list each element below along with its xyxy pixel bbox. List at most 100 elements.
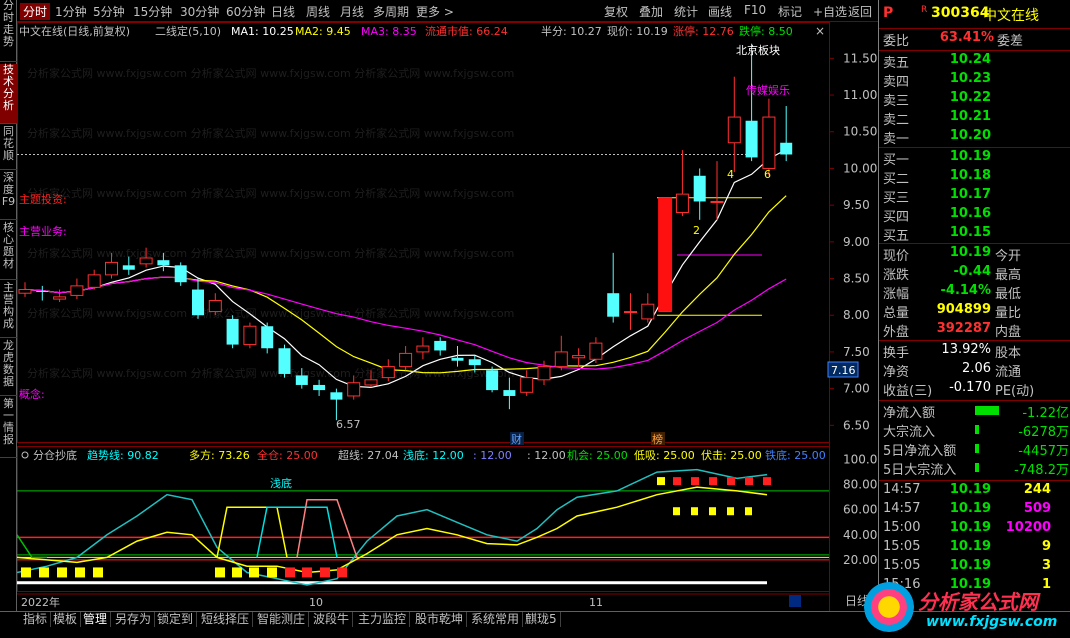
- quote-row: 外盘 392287 内盘: [879, 321, 1070, 340]
- formula-tab-2[interactable]: 管理: [80, 612, 112, 627]
- formula-tab-8[interactable]: 主力监控: [355, 612, 411, 627]
- sub-axis-label: 60.00: [843, 503, 877, 517]
- period-tab-6[interactable]: 日线: [271, 3, 295, 20]
- candle[interactable]: [313, 379, 326, 396]
- ask-row[interactable]: 卖一 10.20: [879, 128, 1070, 147]
- panel-divider: [879, 480, 1070, 481]
- quote-label-2: 量比: [995, 306, 1022, 321]
- bid-row[interactable]: 买四 10.16: [879, 206, 1070, 225]
- tool-button-2[interactable]: 统计: [674, 3, 698, 20]
- candle[interactable]: [208, 293, 222, 316]
- formula-tab-10[interactable]: 系统常用: [468, 612, 524, 627]
- candle[interactable]: [174, 262, 187, 286]
- side-tab-3[interactable]: 深度F9: [0, 172, 17, 220]
- close-icon[interactable]: ×: [815, 24, 825, 38]
- count-label-6: 6: [764, 168, 771, 181]
- period-tab-3[interactable]: 15分钟: [133, 3, 172, 20]
- kline-chart[interactable]: 分析家公式网 www.fxjgsw.com 分析家公式网 www.fxjgsw.…: [17, 22, 878, 611]
- tool-button-5[interactable]: 标记: [778, 3, 802, 20]
- candle[interactable]: [693, 168, 706, 220]
- signal-block: [232, 567, 242, 578]
- bid-row[interactable]: 买二 10.18: [879, 168, 1070, 187]
- finance-row: 收益(三) -0.170 PE(动): [879, 380, 1070, 399]
- low-price-label: 6.57: [336, 418, 361, 431]
- side-tab-0[interactable]: 分时走势: [0, 0, 17, 62]
- formula-tab-11[interactable]: 麒珑5: [522, 612, 561, 627]
- formula-tab-4[interactable]: 锁定到: [154, 612, 198, 627]
- candle[interactable]: [70, 278, 84, 300]
- candle[interactable]: [399, 346, 413, 371]
- tool-button-0[interactable]: 复权: [604, 3, 628, 20]
- tool-button-6[interactable]: +自选: [813, 3, 847, 20]
- formula-tab-7[interactable]: 波段牛: [310, 612, 354, 627]
- side-tab-6[interactable]: 龙虎数据: [0, 340, 17, 396]
- formula-tab-5[interactable]: 短线择压: [198, 612, 254, 627]
- period-tab-1[interactable]: 1分钟: [55, 3, 87, 20]
- candle[interactable]: [641, 293, 655, 323]
- candle[interactable]: [486, 366, 499, 393]
- tool-button-4[interactable]: F10: [744, 3, 766, 17]
- period-tab-2[interactable]: 5分钟: [93, 3, 125, 20]
- candle[interactable]: [520, 370, 534, 396]
- candle[interactable]: [554, 335, 568, 371]
- side-tab-7[interactable]: 第一情报: [0, 398, 17, 458]
- formula-tab-3[interactable]: 另存为: [112, 612, 156, 627]
- formula-tab-6[interactable]: 智能测庄: [254, 612, 310, 627]
- candle[interactable]: [675, 150, 689, 217]
- candle[interactable]: [87, 269, 101, 290]
- candle[interactable]: [243, 322, 257, 349]
- ask-row[interactable]: 卖二 10.21: [879, 109, 1070, 128]
- side-tab-1[interactable]: 技术分析: [0, 64, 17, 124]
- candle[interactable]: [624, 293, 637, 330]
- side-tab-2[interactable]: 同花顺: [0, 126, 17, 170]
- candle[interactable]: [36, 285, 49, 301]
- period-tab-4[interactable]: 30分钟: [180, 3, 219, 20]
- candle[interactable]: [745, 43, 758, 162]
- formula-tab-9[interactable]: 股市乾坤: [412, 612, 468, 627]
- candle[interactable]: [589, 337, 603, 363]
- candle[interactable]: [762, 98, 776, 176]
- period-tab-5[interactable]: 60分钟: [226, 3, 265, 20]
- ask-row[interactable]: 卖四 10.23: [879, 71, 1070, 90]
- period-tab-9[interactable]: 多周期: [373, 3, 409, 20]
- candle[interactable]: [18, 282, 32, 297]
- limit-up-candle[interactable]: [658, 197, 673, 312]
- signal-block: [249, 567, 259, 578]
- candle-body: [313, 384, 326, 391]
- fund-flow-label: 5日大宗流入: [883, 463, 957, 478]
- candle[interactable]: [416, 337, 430, 360]
- candle[interactable]: [727, 76, 741, 173]
- side-tab-4[interactable]: 核心题材: [0, 222, 17, 280]
- ask-row[interactable]: 卖三 10.22: [879, 90, 1070, 109]
- formula-tab-1[interactable]: 模板: [50, 612, 82, 627]
- tool-button-3[interactable]: 画线: [708, 3, 732, 20]
- period-tab-8[interactable]: 月线: [340, 3, 364, 20]
- candle[interactable]: [192, 278, 204, 319]
- candle[interactable]: [503, 377, 516, 410]
- sub-indicator-icon[interactable]: [21, 451, 29, 459]
- bid-row[interactable]: 买三 10.17: [879, 187, 1070, 206]
- candle[interactable]: [226, 315, 239, 349]
- ask-row[interactable]: 卖五 10.24: [879, 52, 1070, 71]
- candle[interactable]: [278, 344, 291, 378]
- bid-row[interactable]: 买一 10.19: [879, 149, 1070, 168]
- candle[interactable]: [607, 252, 620, 323]
- candle[interactable]: [780, 106, 793, 162]
- side-tab-5[interactable]: 主营构成: [0, 282, 17, 338]
- ask-price: 10.23: [949, 71, 991, 86]
- bid-row[interactable]: 买五 10.15: [879, 225, 1070, 244]
- candle[interactable]: [53, 289, 67, 303]
- period-tab-0[interactable]: 分时: [20, 3, 51, 20]
- formula-tab-0[interactable]: 指标: [20, 612, 52, 627]
- candle[interactable]: [261, 322, 274, 354]
- scroll-handle[interactable]: [789, 595, 801, 607]
- tool-button-7[interactable]: 返回: [848, 3, 872, 20]
- fund-flow-label: 5日净流入额: [883, 444, 957, 459]
- tool-button-1[interactable]: 叠加: [639, 3, 663, 20]
- candle[interactable]: [572, 348, 586, 367]
- candle[interactable]: [381, 359, 395, 382]
- period-tab-10[interactable]: 更多 >: [416, 3, 454, 20]
- candle[interactable]: [434, 337, 447, 356]
- period-tab-7[interactable]: 周线: [306, 3, 330, 20]
- candle[interactable]: [330, 388, 343, 421]
